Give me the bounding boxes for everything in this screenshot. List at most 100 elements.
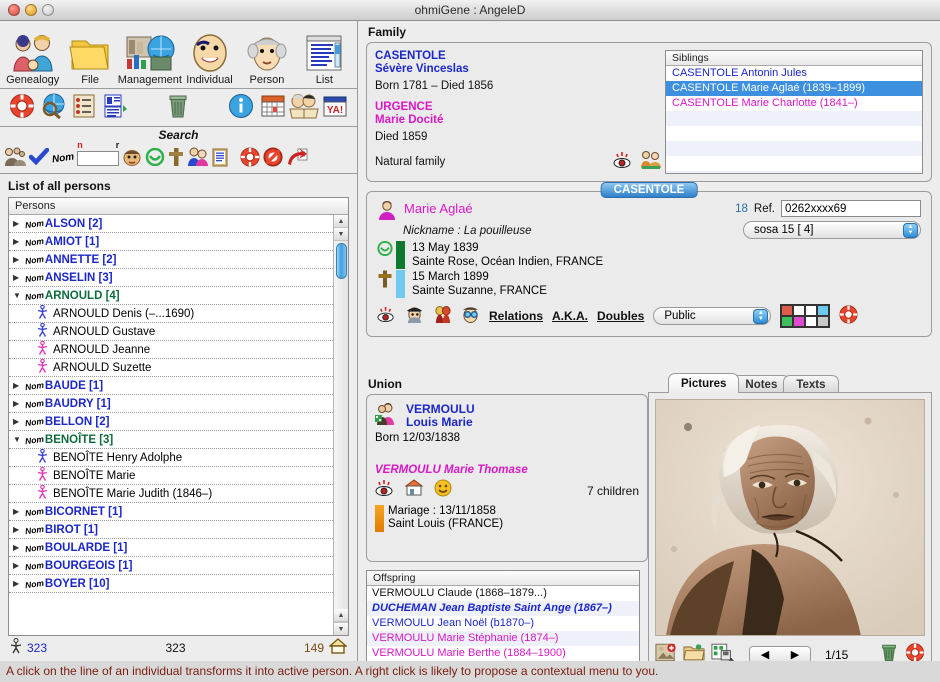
offspring-list[interactable]: Offspring VERMOULU Claude (1868–1879...)… — [366, 570, 640, 666]
triangle-down-icon[interactable]: ▼ — [13, 291, 25, 300]
list-item-surname[interactable]: ▶NomANNETTE [2] — [9, 251, 333, 269]
triangle-right-icon[interactable]: ▶ — [13, 381, 25, 390]
list-item-surname[interactable]: ▼NomARNOULD [4] — [9, 287, 333, 305]
toolbar-management[interactable]: Management — [119, 31, 181, 86]
tab-texts[interactable]: Texts — [783, 375, 838, 393]
privacy-select[interactable]: Public ▲▼ — [653, 307, 771, 325]
palette-swatch[interactable] — [781, 305, 793, 316]
clipboard-icon[interactable] — [212, 147, 228, 170]
toolbar-person[interactable]: Person — [238, 31, 295, 86]
sosa-select[interactable]: sosa 15 [ 4] ▲▼ — [743, 221, 921, 239]
book-reader-icon[interactable] — [288, 93, 319, 123]
triangle-right-icon[interactable]: ▶ — [13, 273, 25, 282]
individual-surname-tab[interactable]: CASENTOLE — [601, 182, 698, 198]
scroll-up-arrow[interactable]: ▲ — [334, 215, 348, 228]
stepper-arrows-icon[interactable]: ▲▼ — [753, 309, 768, 324]
scroll-down-arrow-top[interactable]: ▼ — [334, 228, 348, 241]
palette-swatch[interactable] — [817, 305, 829, 316]
list-item-surname[interactable]: ▶NomBOULARDE [1] — [9, 539, 333, 557]
forbidden-icon[interactable] — [263, 147, 283, 170]
red-arrow-icon[interactable] — [286, 147, 308, 170]
triangle-right-icon[interactable]: ▶ — [13, 399, 25, 408]
palette-swatch[interactable] — [793, 316, 805, 327]
offspring-row[interactable]: DUCHEMAN Jean Baptiste Saint Ange (1867–… — [367, 601, 639, 616]
sibling-row[interactable]: CASENTOLE Marie Charlotte (1841–) — [666, 96, 922, 111]
sibling-row[interactable] — [666, 156, 922, 171]
mother-given-name[interactable]: Marie Docité — [375, 114, 665, 127]
eye-icon[interactable] — [613, 151, 633, 174]
media-tabs[interactable]: PicturesNotesTexts — [648, 373, 932, 393]
scroll-up-arrow-bottom[interactable]: ▲ — [334, 609, 348, 622]
father-surname[interactable]: CASENTOLE — [375, 50, 665, 63]
list-item-person[interactable]: ARNOULD Suzette — [9, 359, 333, 377]
sibling-row[interactable] — [666, 171, 922, 174]
sibling-row[interactable] — [666, 141, 922, 156]
triangle-right-icon[interactable]: ▶ — [13, 237, 25, 246]
triangle-right-icon[interactable]: ▶ — [13, 507, 25, 516]
spouse-mother-name[interactable]: VERMOULU Marie Thomase — [375, 464, 639, 476]
palette-swatch[interactable] — [793, 305, 805, 316]
toolbar-individual[interactable]: Individual — [181, 31, 238, 86]
trash-icon[interactable] — [163, 93, 194, 123]
offspring-row[interactable]: VERMOULU Claude (1868–1879...) — [367, 586, 639, 601]
individual-given-name[interactable]: Marie Aglaé — [404, 201, 473, 216]
triangle-right-icon[interactable]: ▶ — [13, 525, 25, 534]
house-icon[interactable] — [404, 479, 424, 502]
next-picture-button[interactable]: ▶ — [791, 648, 799, 661]
blue-check-icon[interactable] — [29, 148, 49, 169]
list-item-surname[interactable]: ▼NomBENOÎTE [3] — [9, 431, 333, 449]
stepper-arrows-icon[interactable]: ▲▼ — [903, 223, 918, 238]
tab-pictures[interactable]: Pictures — [668, 373, 739, 393]
couple-icon[interactable] — [187, 147, 209, 170]
list-item-surname[interactable]: ▶NomBELLON [2] — [9, 413, 333, 431]
aka-link[interactable]: A.K.A. — [552, 309, 588, 323]
palette-swatch[interactable] — [805, 316, 817, 327]
lifesaver-icon[interactable] — [240, 147, 260, 170]
glasses-face-icon[interactable] — [461, 306, 480, 327]
offspring-row[interactable]: VERMOULU Marie Berthe (1884–1900) — [367, 646, 639, 661]
eye-icon[interactable] — [377, 306, 396, 327]
lifesaver-icon[interactable] — [839, 305, 858, 328]
calendar-icon[interactable] — [257, 93, 288, 123]
toolbar-list[interactable]: List — [296, 31, 353, 86]
picture-frame[interactable] — [655, 399, 925, 636]
list-item-surname[interactable]: ▶NomBIROT [1] — [9, 521, 333, 539]
tab-notes[interactable]: Notes — [732, 375, 790, 393]
sibling-row[interactable]: CASENTOLE Antonin Jules — [666, 66, 922, 81]
group-people-icon[interactable] — [4, 147, 26, 170]
ya-calendar-icon[interactable]: YA! — [320, 93, 351, 123]
cards-icon[interactable] — [433, 306, 452, 327]
sibling-row[interactable]: CASENTOLE Marie Aglaé (1839–1899) — [666, 81, 922, 96]
father-given-name[interactable]: Sévère Vinceslas — [375, 63, 665, 76]
triangle-right-icon[interactable]: ▶ — [13, 543, 25, 552]
detective-icon[interactable] — [405, 306, 424, 327]
triangle-right-icon[interactable]: ▶ — [13, 219, 25, 228]
list-item-surname[interactable]: ▶NomBAUDE [1] — [9, 377, 333, 395]
list-item-person[interactable]: ARNOULD Gustave — [9, 323, 333, 341]
list-item-surname[interactable]: ▶NomBOURGEOIS [1] — [9, 557, 333, 575]
info-icon[interactable] — [226, 93, 257, 123]
list-item-person[interactable]: BENOÎTE Marie — [9, 467, 333, 485]
list-item-surname[interactable]: ▶NomBOYER [10] — [9, 575, 333, 593]
list-item-person[interactable]: BENOÎTE Marie Judith (1846–) — [9, 485, 333, 503]
scrollbar-thumb[interactable] — [336, 243, 347, 279]
doubles-link[interactable]: Doubles — [597, 309, 644, 323]
scroll-down-arrow[interactable]: ▼ — [334, 622, 348, 635]
scroll-list-icon[interactable] — [69, 93, 100, 123]
list-item-surname[interactable]: ▶NomANSELIN [3] — [9, 269, 333, 287]
triangle-right-icon[interactable]: ▶ — [13, 579, 25, 588]
persons-list-body[interactable]: ▶NomALSON [2]▶NomAMIOT [1]▶NomANNETTE [2… — [9, 215, 333, 635]
siblings-list[interactable]: Siblings CASENTOLE Antonin JulesCASENTOL… — [665, 50, 923, 174]
ref-input[interactable] — [781, 200, 921, 217]
list-item-surname[interactable]: ▶NomALSON [2] — [9, 215, 333, 233]
mask-face-icon[interactable] — [122, 148, 142, 169]
triangle-right-icon[interactable]: ▶ — [13, 561, 25, 570]
palette-swatch[interactable] — [781, 316, 793, 327]
smiley-icon[interactable] — [433, 479, 453, 502]
palette-swatch[interactable] — [817, 316, 829, 327]
relations-link[interactable]: Relations — [489, 309, 543, 323]
sibling-row[interactable] — [666, 126, 922, 141]
triangle-down-icon[interactable]: ▼ — [13, 435, 25, 444]
document-import-icon[interactable] — [100, 93, 131, 123]
sibling-row[interactable] — [666, 111, 922, 126]
